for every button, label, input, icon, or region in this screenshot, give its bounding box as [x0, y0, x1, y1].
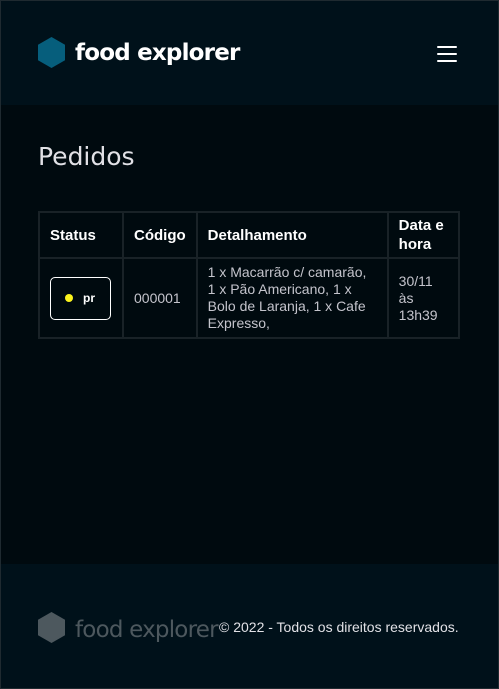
column-header-status: Status	[38, 211, 124, 259]
column-header-code: Código	[122, 211, 198, 259]
page-title: Pedidos	[38, 142, 135, 171]
order-date: 30/11 às 13h39	[386, 257, 460, 339]
brand-logo[interactable]: food explorer	[38, 37, 240, 68]
column-header-date: Data e hora	[386, 211, 460, 259]
footer-brand-logo: food explorer	[38, 612, 219, 648]
table-header-row: Status Código Detalhamento Data e hora	[38, 211, 460, 259]
status-label: pr	[83, 290, 95, 305]
footer-brand-name: food explorer	[75, 617, 219, 643]
table-row: pr 000001 1 x Macarrão c/ camarão, 1 x P…	[38, 257, 460, 339]
status-dot-icon	[65, 294, 73, 302]
status-cell: pr	[38, 257, 124, 339]
hamburger-menu-icon[interactable]	[436, 44, 458, 64]
brand-name: food explorer	[75, 39, 240, 66]
column-header-detail: Detalhamento	[195, 211, 389, 259]
app-footer: food explorer © 2022 - Todos os direitos…	[0, 564, 499, 689]
copyright-text: © 2022 - Todos os direitos reservados.	[219, 619, 459, 635]
orders-table: Status Código Detalhamento Data e hora p…	[38, 211, 460, 339]
hexagon-logo-icon	[38, 612, 65, 648]
order-detail: 1 x Macarrão c/ camarão, 1 x Pão America…	[195, 257, 389, 339]
order-code: 000001	[122, 257, 198, 339]
status-select[interactable]: pr	[50, 276, 111, 320]
hexagon-logo-icon	[38, 37, 65, 68]
app-header: food explorer	[0, 0, 499, 105]
